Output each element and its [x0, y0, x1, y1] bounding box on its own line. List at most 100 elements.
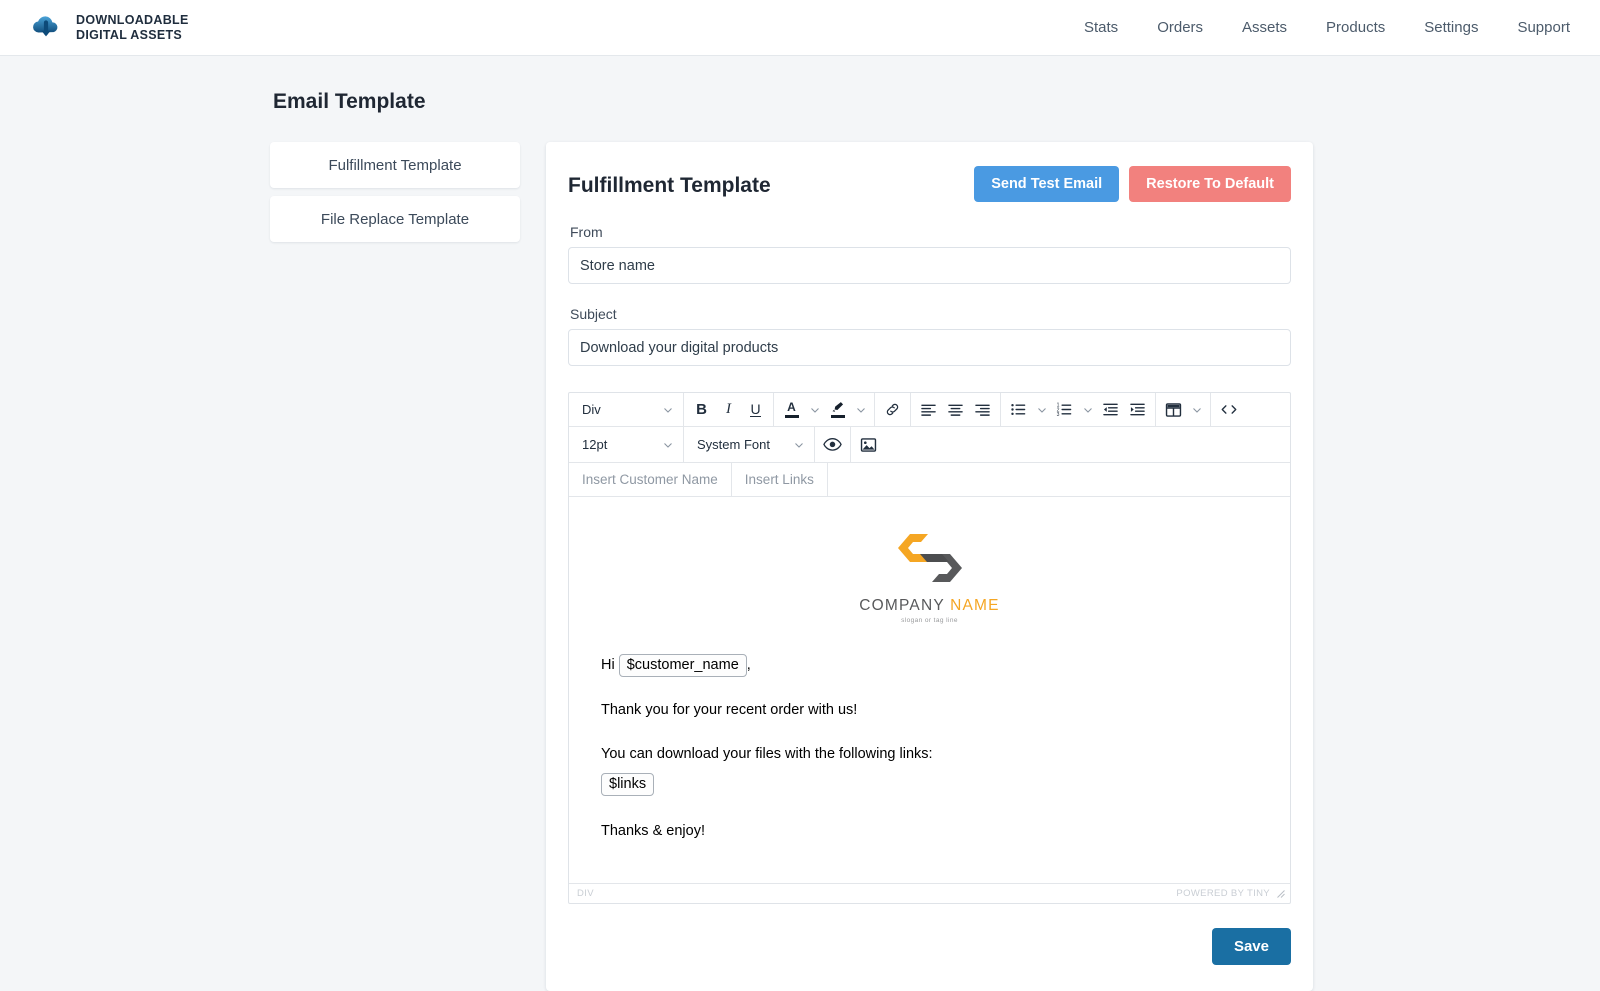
italic-glyph: I: [726, 401, 731, 418]
chevron-down-icon: [663, 405, 673, 415]
indent-icon[interactable]: [1124, 396, 1151, 423]
background-color-chevron-icon[interactable]: [851, 396, 870, 423]
company-logo-placeholder: COMPANY NAME slogan or tag line: [585, 528, 1274, 624]
subject-input[interactable]: [568, 329, 1291, 366]
align-right-icon[interactable]: [969, 396, 996, 423]
download-links-paragraph: You can download your files with the fol…: [601, 745, 1274, 765]
name-word: NAME: [950, 597, 1000, 614]
font-size-select[interactable]: 12pt: [573, 431, 679, 458]
resize-handle-icon[interactable]: [1276, 889, 1285, 898]
editor-toolbar-row-1: Div B I U: [569, 393, 1290, 427]
outdent-icon[interactable]: [1097, 396, 1124, 423]
sidebar-item-fulfillment-template[interactable]: Fulfillment Template: [270, 142, 520, 188]
source-code-icon[interactable]: [1215, 396, 1242, 423]
sidebar-item-label: Fulfillment Template: [328, 157, 461, 174]
font-family-value: System Font: [697, 437, 770, 452]
company-logo-slogan: slogan or tag line: [585, 617, 1274, 624]
italic-icon[interactable]: I: [715, 396, 742, 423]
nav-item-products[interactable]: Products: [1326, 19, 1385, 36]
toolbar-group-basic-styles: B I U: [684, 393, 774, 426]
link-icon[interactable]: [879, 396, 906, 423]
restore-to-default-button[interactable]: Restore To Default: [1129, 166, 1291, 202]
subject-label: Subject: [570, 306, 1291, 322]
text-color-glyph: A: [787, 401, 796, 413]
sidebar-item-file-replace-template[interactable]: File Replace Template: [270, 196, 520, 242]
align-left-icon[interactable]: [915, 396, 942, 423]
insert-image-icon[interactable]: [855, 431, 882, 458]
bullet-list-chevron-icon[interactable]: [1032, 396, 1051, 423]
company-logo-name: COMPANY NAME: [585, 597, 1274, 615]
nav-item-orders[interactable]: Orders: [1157, 19, 1203, 36]
template-editor-card: Fulfillment Template Send Test Email Res…: [546, 142, 1313, 991]
editor-content-area[interactable]: COMPANY NAME slogan or tag line Hi $cust…: [569, 497, 1290, 883]
editor-branding: POWERED BY TINY: [1176, 888, 1270, 899]
main-nav: Stats Orders Assets Products Settings Su…: [1084, 19, 1570, 36]
insert-customer-name-button[interactable]: Insert Customer Name: [569, 463, 732, 496]
rich-text-editor: Div B I U: [568, 392, 1291, 904]
thanks-paragraph: Thank you for your recent order with us!: [601, 701, 1274, 721]
links-token-line: $links: [601, 773, 1274, 796]
block-format-value: Div: [582, 402, 601, 417]
card-footer-actions: Save: [568, 928, 1291, 965]
editor-toolbar-row-3: Insert Customer Name Insert Links: [569, 463, 1290, 497]
template-list: Fulfillment Template File Replace Templa…: [270, 142, 520, 250]
align-center-icon[interactable]: [942, 396, 969, 423]
save-button[interactable]: Save: [1212, 928, 1291, 965]
company-word: COMPANY: [859, 597, 944, 614]
eye-preview-icon[interactable]: [819, 431, 846, 458]
text-color-chevron-icon[interactable]: [805, 396, 824, 423]
insert-links-button[interactable]: Insert Links: [732, 463, 828, 496]
numbered-list-icon[interactable]: 123: [1051, 396, 1078, 423]
company-logo-mark-icon: [890, 575, 970, 592]
underline-glyph: U: [750, 402, 760, 418]
table-icon[interactable]: [1160, 396, 1187, 423]
cloud-download-icon: [28, 10, 64, 46]
bullet-list-icon[interactable]: [1005, 396, 1032, 423]
toolbar-group-colors: A: [774, 393, 875, 426]
page-body: Email Template Fulfillment Template File…: [0, 56, 1600, 991]
enjoy-paragraph: Thanks & enjoy!: [601, 822, 1274, 842]
background-color-icon[interactable]: [824, 396, 851, 423]
greeting-prefix: Hi: [601, 657, 615, 673]
send-test-email-button[interactable]: Send Test Email: [974, 166, 1119, 202]
greeting-suffix: ,: [747, 657, 751, 673]
editor-status-bar: DIV POWERED BY TINY: [569, 883, 1290, 903]
customer-name-token[interactable]: $customer_name: [619, 654, 747, 677]
content-layout: Fulfillment Template File Replace Templa…: [0, 142, 1600, 991]
brand-text: DOWNLOADABLE DIGITAL ASSETS: [76, 13, 189, 43]
top-navigation-bar: DOWNLOADABLE DIGITAL ASSETS Stats Orders…: [0, 0, 1600, 56]
element-path[interactable]: DIV: [577, 888, 594, 899]
links-token[interactable]: $links: [601, 773, 654, 796]
numbered-list-chevron-icon[interactable]: [1078, 396, 1097, 423]
toolbar-group-link: [875, 393, 911, 426]
card-header: Fulfillment Template Send Test Email Res…: [568, 166, 1291, 202]
brand-line-2: DIGITAL ASSETS: [76, 28, 182, 42]
nav-item-support[interactable]: Support: [1517, 19, 1570, 36]
from-input[interactable]: [568, 247, 1291, 284]
toolbar-group-align: [911, 393, 1001, 426]
toolbar-group-font-size: 12pt: [569, 427, 684, 462]
nav-item-assets[interactable]: Assets: [1242, 19, 1287, 36]
font-size-value: 12pt: [582, 437, 607, 452]
block-format-select[interactable]: Div: [573, 396, 679, 423]
bold-icon[interactable]: B: [688, 396, 715, 423]
card-header-actions: Send Test Email Restore To Default: [974, 166, 1291, 202]
toolbar-group-image: [851, 427, 886, 462]
sidebar-item-label: File Replace Template: [321, 211, 469, 228]
brand-logo[interactable]: DOWNLOADABLE DIGITAL ASSETS: [28, 10, 189, 46]
chevron-down-icon: [663, 440, 673, 450]
toolbar-group-font-family: System Font: [684, 427, 815, 462]
nav-item-stats[interactable]: Stats: [1084, 19, 1118, 36]
editor-toolbar-row-2: 12pt System Font: [569, 427, 1290, 463]
underline-icon[interactable]: U: [742, 396, 769, 423]
from-label: From: [570, 224, 1291, 240]
toolbar-group-lists: 123: [1001, 393, 1156, 426]
nav-item-settings[interactable]: Settings: [1424, 19, 1478, 36]
card-title: Fulfillment Template: [568, 174, 771, 198]
toolbar-group-format: Div: [569, 393, 684, 426]
toolbar-group-table: [1156, 393, 1211, 426]
text-color-icon[interactable]: A: [778, 396, 805, 423]
table-chevron-icon[interactable]: [1187, 396, 1206, 423]
toolbar-group-preview: [815, 427, 851, 462]
font-family-select[interactable]: System Font: [688, 431, 810, 458]
